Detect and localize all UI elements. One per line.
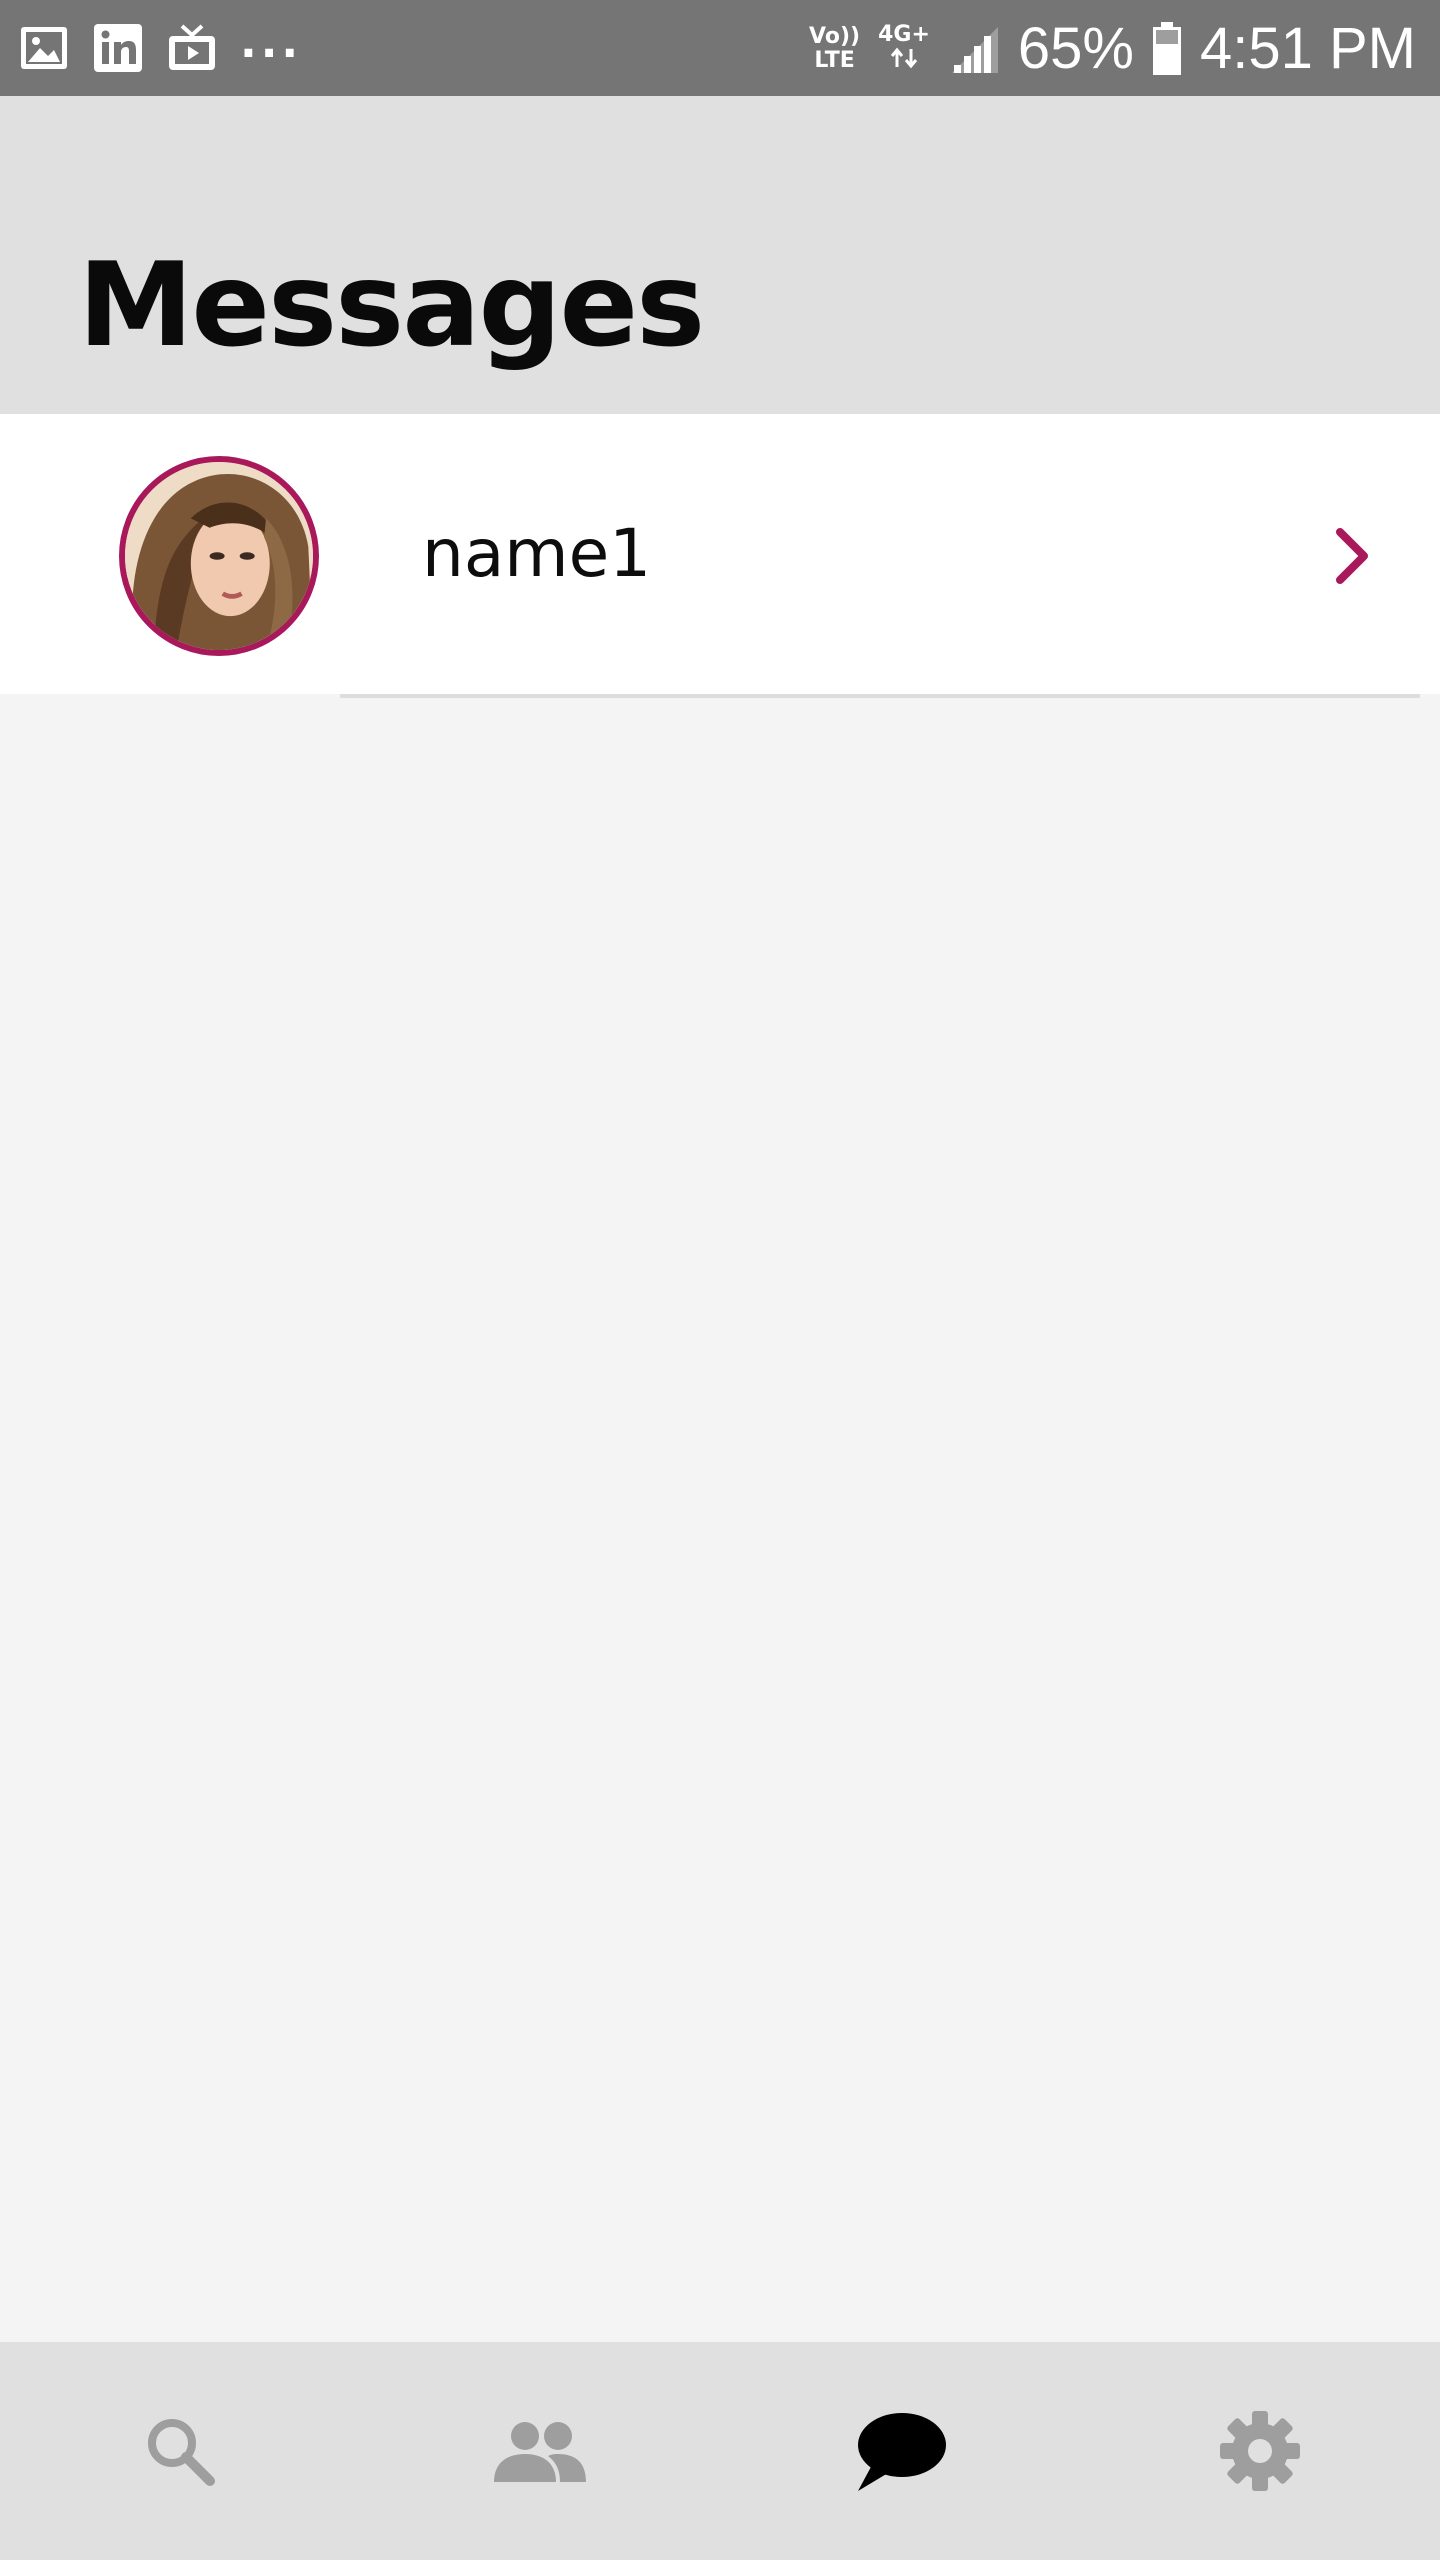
network-label: 4G+	[878, 22, 930, 47]
data-arrows-icon	[890, 47, 918, 69]
chat-bubble-icon	[858, 2413, 946, 2491]
signal-icon	[951, 27, 998, 73]
message-list: name1	[0, 414, 1440, 694]
tv-icon	[169, 24, 215, 70]
image-icon	[21, 27, 67, 69]
battery-percent: 65%	[1017, 16, 1134, 81]
lte-label: LTE	[814, 48, 855, 73]
people-icon	[494, 2422, 586, 2482]
avatar-photo	[125, 462, 313, 650]
page-title: Messages	[78, 238, 705, 373]
bottom-navigation	[0, 2342, 1440, 2560]
clock: 4:51 PM	[1200, 16, 1416, 81]
search-icon	[148, 2419, 215, 2486]
avatar[interactable]	[119, 456, 319, 656]
contact-name: name1	[422, 515, 652, 592]
system-status: Vo)) LTE 4G+ 65% 4:51 PM	[791, 14, 1416, 84]
nav-settings[interactable]	[1080, 2342, 1440, 2560]
nav-search[interactable]	[0, 2342, 360, 2560]
nav-messages[interactable]	[720, 2342, 1080, 2560]
chevron-right-icon[interactable]	[1332, 526, 1372, 586]
status-bar: ... Vo)) LTE 4G+ 65% 4:51 PM	[0, 0, 1440, 96]
notification-icons: ...	[18, 20, 324, 76]
gear-icon	[1220, 2411, 1300, 2491]
conversation-item[interactable]: name1	[0, 414, 1440, 694]
app-header: Messages	[0, 96, 1440, 414]
volte-label: Vo))	[809, 24, 861, 49]
list-divider	[340, 694, 1420, 698]
nav-people[interactable]	[360, 2342, 720, 2560]
linkedin-icon	[94, 24, 142, 72]
battery-icon	[1153, 22, 1181, 75]
network-indicator: 4G+	[878, 23, 930, 75]
overflow-indicator: ...	[240, 17, 303, 68]
volte-indicator: Vo)) LTE	[809, 25, 860, 73]
